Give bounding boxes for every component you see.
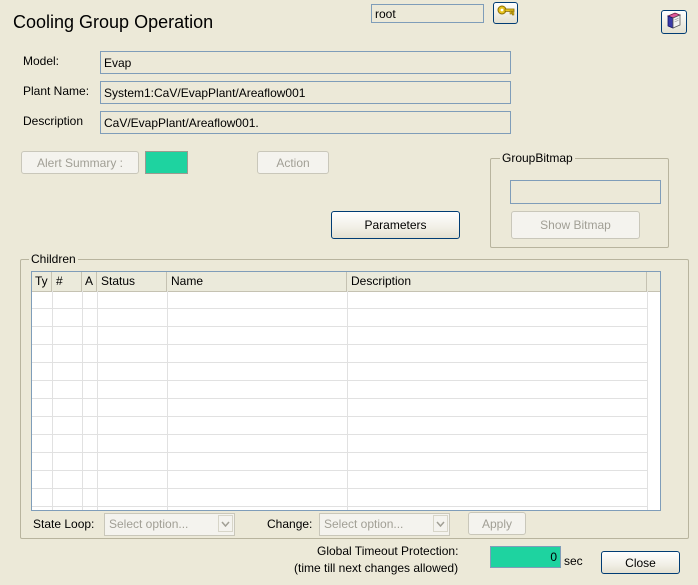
- table-row[interactable]: [32, 345, 647, 363]
- column-header-type[interactable]: Ty: [32, 272, 52, 291]
- timeout-label: Global Timeout Protection:: [317, 544, 459, 558]
- key-icon: [497, 4, 515, 23]
- book-icon: [665, 12, 683, 33]
- apply-button[interactable]: Apply: [468, 512, 526, 535]
- timeout-sublabel: (time till next changes allowed): [294, 561, 459, 575]
- children-table[interactable]: Ty # A Status Name Description: [31, 271, 661, 511]
- action-button[interactable]: Action: [257, 151, 329, 174]
- model-label: Model:: [23, 54, 60, 68]
- state-loop-placeholder: Select option...: [109, 517, 189, 531]
- timeout-unit: sec: [564, 554, 583, 568]
- column-header-filler: [647, 272, 660, 291]
- description-field: CaV/EvapPlant/Areaflow001.: [100, 111, 511, 134]
- table-row[interactable]: [32, 309, 647, 327]
- close-button[interactable]: Close: [601, 551, 680, 574]
- table-header: Ty # A Status Name Description: [32, 272, 660, 292]
- column-header-status[interactable]: Status: [97, 272, 167, 291]
- table-row[interactable]: [32, 417, 647, 435]
- table-row[interactable]: [32, 435, 647, 453]
- change-select[interactable]: Select option...: [319, 513, 450, 536]
- column-header-description[interactable]: Description: [347, 272, 647, 291]
- help-button[interactable]: [661, 10, 687, 34]
- table-row[interactable]: [32, 399, 647, 417]
- timeout-value: 0: [490, 546, 561, 568]
- chevron-down-icon: [433, 515, 448, 532]
- column-header-alert[interactable]: A: [82, 272, 97, 291]
- plant-name-label: Plant Name:: [23, 84, 90, 98]
- table-row[interactable]: [32, 291, 647, 309]
- column-header-name[interactable]: Name: [167, 272, 347, 291]
- parameters-button[interactable]: Parameters: [331, 211, 460, 239]
- change-placeholder: Select option...: [324, 517, 404, 531]
- alert-summary-button[interactable]: Alert Summary :: [21, 151, 139, 174]
- table-row[interactable]: [32, 471, 647, 489]
- table-row[interactable]: [32, 453, 647, 471]
- state-loop-label: State Loop:: [33, 517, 95, 531]
- group-bitmap-field: [510, 180, 661, 204]
- children-legend: Children: [29, 252, 78, 266]
- alert-status-indicator: [145, 151, 188, 174]
- table-row[interactable]: [32, 489, 647, 507]
- login-button[interactable]: [493, 2, 518, 24]
- table-row[interactable]: [32, 363, 647, 381]
- description-label: Description: [23, 114, 84, 128]
- table-row[interactable]: [32, 381, 647, 399]
- change-label: Change:: [267, 517, 313, 531]
- state-loop-select[interactable]: Select option...: [104, 513, 235, 536]
- column-header-number[interactable]: #: [52, 272, 82, 291]
- table-row[interactable]: [32, 327, 647, 345]
- page-title: Cooling Group Operation: [13, 12, 214, 32]
- show-bitmap-button[interactable]: Show Bitmap: [511, 211, 640, 239]
- model-field: Evap: [100, 51, 511, 74]
- group-bitmap-legend: GroupBitmap: [500, 151, 575, 165]
- plant-name-field: System1:CaV/EvapPlant/Areaflow001: [100, 81, 511, 104]
- grid-column-line: [647, 291, 648, 510]
- user-field: root: [371, 4, 484, 23]
- chevron-down-icon: [218, 515, 233, 532]
